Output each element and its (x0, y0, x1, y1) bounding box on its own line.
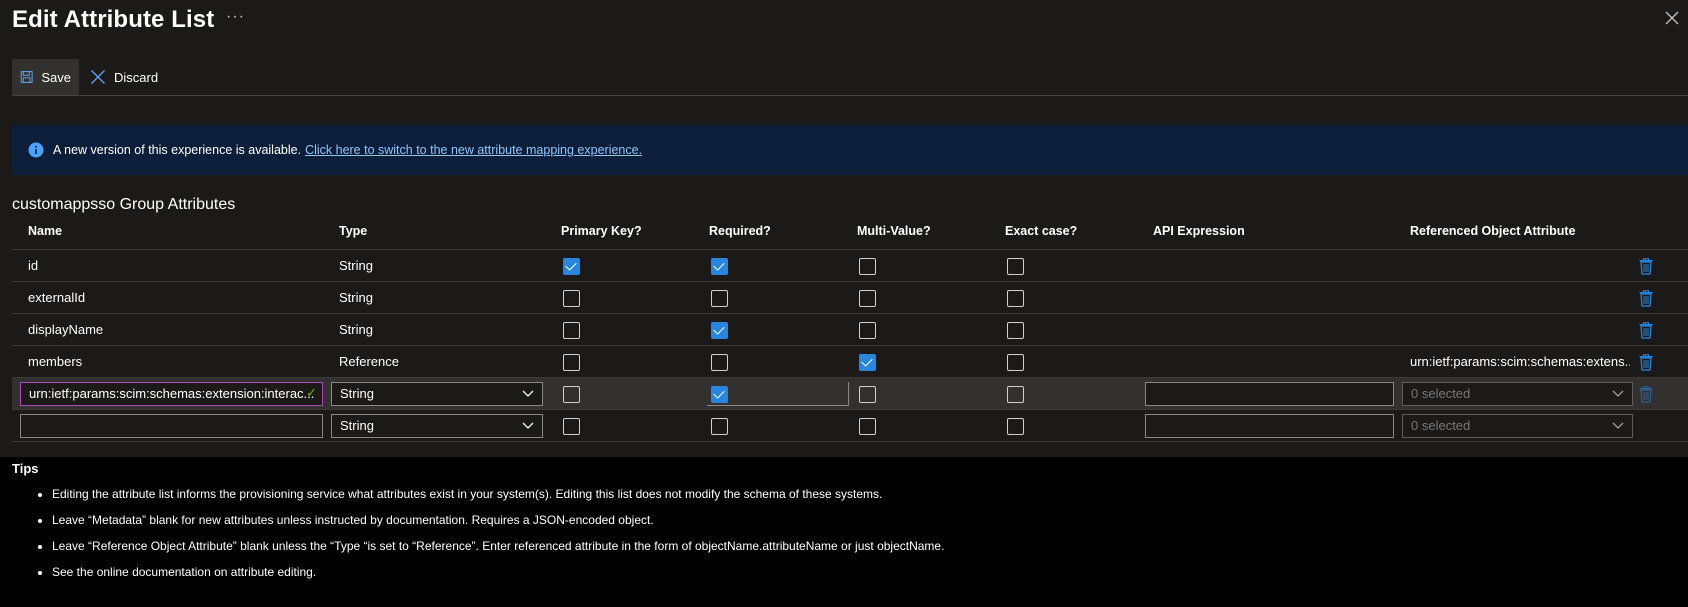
exact-case-checkbox[interactable] (1007, 258, 1024, 275)
multi-value-checkbox[interactable] (859, 258, 876, 275)
chevron-down-icon (522, 390, 534, 397)
table-body: id String externalId String displayName Strin… (12, 250, 1688, 378)
new-referenced-select-value: 0 selected (1411, 418, 1471, 433)
header-required: Required? (709, 224, 771, 238)
edit-attribute-list-page: Edit Attribute List ··· Save Discard A n… (0, 0, 1688, 607)
multi-value-checkbox[interactable] (859, 322, 876, 339)
command-bar: Save Discard (12, 59, 1688, 96)
multi-value-checkbox[interactable] (859, 386, 876, 403)
attribute-name: id (28, 258, 39, 273)
attribute-table: Name Type Primary Key? Required? Multi-V… (12, 220, 1688, 442)
new-type-select-value: String (340, 418, 374, 433)
required-checkbox[interactable] (711, 354, 728, 371)
type-select[interactable]: String (331, 382, 543, 406)
api-expression-input[interactable] (1145, 382, 1394, 406)
discard-button[interactable]: Discard (82, 59, 166, 95)
banner-text: A new version of this experience is avai… (53, 143, 302, 157)
chevron-down-icon (522, 422, 534, 429)
referenced-object-attribute: urn:ietf:params:scim:schemas:extens... (1410, 354, 1630, 369)
close-icon[interactable] (1664, 10, 1680, 26)
required-field-outline (707, 382, 849, 406)
attribute-type: Reference (339, 354, 399, 369)
table-row[interactable]: members Reference urn:ietf:params:scim:sch… (12, 346, 1688, 378)
required-checkbox[interactable] (711, 322, 728, 339)
discard-label: Discard (114, 69, 159, 85)
header-api-expression: API Expression (1153, 224, 1245, 238)
tips-list: Editing the attribute list informs the p… (12, 481, 944, 585)
header-name: Name (28, 224, 63, 238)
chevron-down-icon (1612, 390, 1624, 397)
new-exact-case-checkbox[interactable] (1007, 418, 1024, 435)
required-checkbox[interactable] (711, 290, 728, 307)
info-icon (28, 142, 44, 158)
primary-key-checkbox[interactable] (563, 322, 580, 339)
multi-value-checkbox[interactable] (859, 290, 876, 307)
multi-value-checkbox[interactable] (859, 354, 876, 371)
header: Edit Attribute List ··· (0, 0, 1688, 48)
tips-title: Tips (12, 461, 39, 476)
header-referenced-object-attribute: Referenced Object Attribute (1410, 224, 1576, 238)
header-multi-value: Multi-Value? (857, 224, 931, 238)
table-row-editing: urn:ietf:params:scim:schemas:extension:i… (12, 378, 1688, 410)
more-options-icon[interactable]: ··· (226, 8, 245, 26)
required-checkbox[interactable] (711, 386, 728, 403)
exact-case-checkbox[interactable] (1007, 290, 1024, 307)
table-header: Name Type Primary Key? Required? Multi-V… (12, 220, 1688, 250)
attribute-name: displayName (28, 322, 104, 337)
trash-icon[interactable] (1639, 290, 1653, 307)
trash-icon[interactable] (1639, 322, 1653, 339)
exact-case-checkbox[interactable] (1007, 386, 1024, 403)
referenced-select-value: 0 selected (1411, 386, 1471, 401)
primary-key-checkbox[interactable] (563, 258, 580, 275)
primary-key-checkbox[interactable] (563, 290, 580, 307)
attribute-type: String (339, 258, 373, 273)
new-api-expression-input[interactable] (1145, 414, 1394, 438)
attribute-type: String (339, 290, 373, 305)
new-type-select[interactable]: String (331, 414, 543, 438)
tip-item: Leave “Reference Object Attribute” blank… (52, 533, 944, 559)
trash-icon[interactable] (1639, 354, 1653, 371)
attribute-name-input[interactable]: urn:ietf:params:scim:schemas:extension:i… (20, 382, 323, 406)
attribute-name: externalId (28, 290, 86, 305)
tip-item: Editing the attribute list informs the p… (52, 481, 944, 507)
table-row[interactable]: externalId String (12, 282, 1688, 314)
exact-case-checkbox[interactable] (1007, 354, 1024, 371)
page-title: Edit Attribute List (12, 6, 215, 33)
tip-item: Leave “Metadata” blank for new attribute… (52, 507, 944, 533)
save-button[interactable]: Save (12, 59, 79, 95)
section-title: customappsso Group Attributes (12, 196, 236, 213)
table-row[interactable]: displayName String (12, 314, 1688, 346)
new-attribute-name-input[interactable] (20, 414, 323, 438)
primary-key-checkbox[interactable] (563, 386, 580, 403)
referenced-object-select[interactable]: 0 selected (1402, 382, 1633, 406)
table-row[interactable]: id String (12, 250, 1688, 282)
new-multi-value-checkbox[interactable] (859, 418, 876, 435)
info-banner: A new version of this experience is avai… (12, 125, 1688, 175)
switch-experience-link[interactable]: Click here to switch to the new attribut… (305, 143, 642, 157)
trash-icon[interactable] (1639, 258, 1653, 275)
discard-icon (91, 70, 105, 84)
header-exact-case: Exact case? (1005, 224, 1078, 238)
save-label: Save (41, 69, 71, 85)
chevron-down-icon (1612, 422, 1624, 429)
required-checkbox[interactable] (711, 258, 728, 275)
tip-item: See the online documentation on attribut… (52, 559, 944, 585)
attribute-type: String (339, 322, 373, 337)
new-required-checkbox[interactable] (711, 418, 728, 435)
tips-panel: Tips Editing the attribute list informs … (0, 457, 1688, 607)
trash-icon[interactable] (1639, 386, 1653, 403)
new-primary-key-checkbox[interactable] (563, 418, 580, 435)
save-icon (20, 71, 33, 83)
header-type: Type (339, 224, 368, 238)
header-primary-key: Primary Key? (561, 224, 642, 238)
type-select-value: String (340, 386, 374, 401)
exact-case-checkbox[interactable] (1007, 322, 1024, 339)
attribute-name-value: urn:ietf:params:scim:schemas:extension:i… (29, 386, 315, 401)
new-referenced-object-select[interactable]: 0 selected (1402, 414, 1633, 438)
valid-check-icon: ✓ (306, 385, 317, 400)
table-row-new: String 0 selected (12, 410, 1688, 442)
primary-key-checkbox[interactable] (563, 354, 580, 371)
attribute-name: members (28, 354, 83, 369)
